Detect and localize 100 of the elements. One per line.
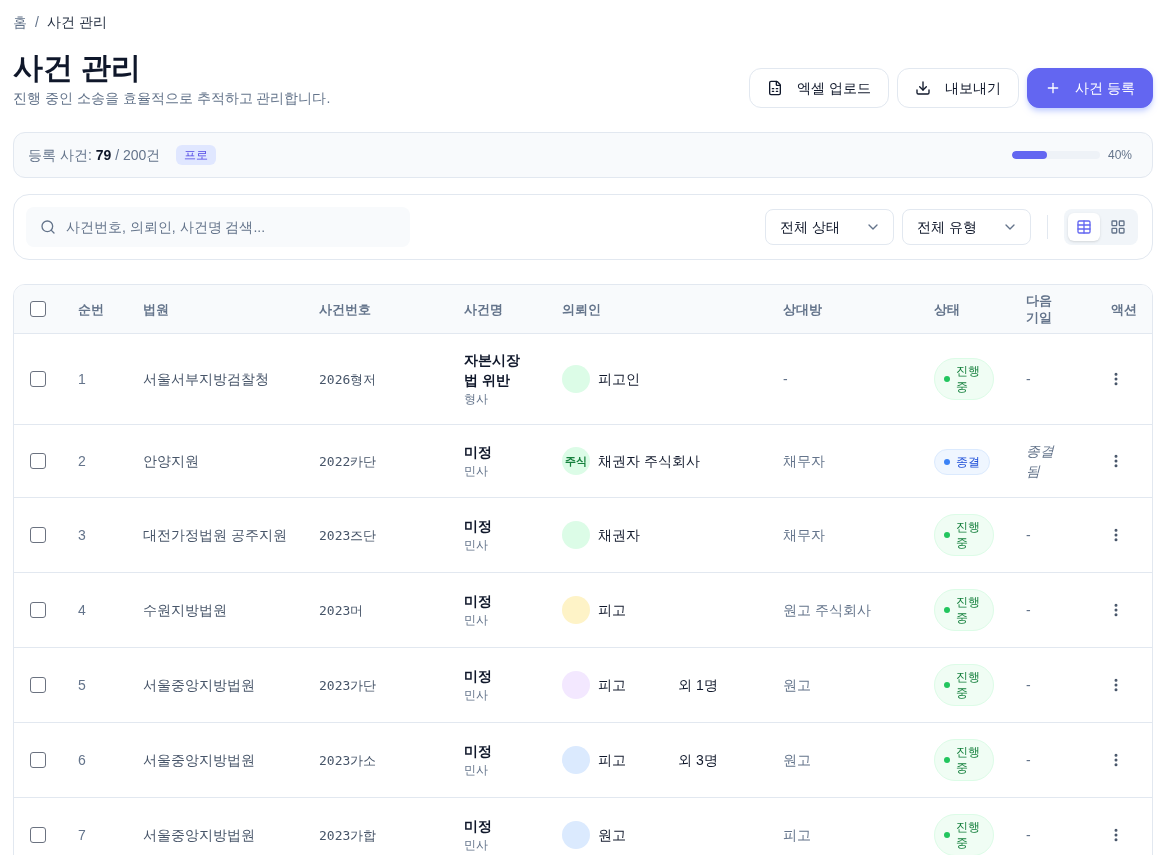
checkbox[interactable]	[30, 752, 46, 768]
opponent-name: 원고	[783, 677, 811, 693]
case-type: 민사	[464, 612, 488, 629]
status-label: 진행 중	[956, 519, 981, 551]
filter-select[interactable]: 전체 상태	[765, 209, 894, 245]
export-button[interactable]: 내보내기	[897, 68, 1020, 108]
column-header: 액션	[1111, 300, 1137, 318]
court-name: 서울중앙지방법원	[143, 827, 255, 843]
page-subtitle: 진행 중인 소송을 효율적으로 추적하고 관리합니다.	[13, 89, 331, 108]
opponent-name: 채무자	[783, 527, 825, 543]
opponent-name: 원고	[783, 752, 811, 768]
next-hearing: -	[1026, 601, 1031, 620]
checkbox[interactable]	[30, 301, 46, 317]
court-name: 대전가정법원 공주지원	[143, 527, 287, 543]
column-header: 상태	[934, 300, 960, 318]
row-number: 4	[78, 602, 86, 618]
case-title: 미정	[464, 517, 492, 536]
client-name: 원고	[598, 826, 626, 845]
register-case-button[interactable]: 사건 등록	[1027, 68, 1153, 108]
column-header: 순번	[78, 300, 104, 318]
usage-percent: 40%	[1107, 147, 1132, 163]
excel-upload-button[interactable]: 엑셀 업로드	[749, 68, 890, 108]
search-field[interactable]: 사건번호, 의뢰인, 사건명 검색...	[26, 207, 410, 247]
case-number: 2023즈단	[319, 528, 377, 543]
status-label: 진행 중	[956, 819, 981, 851]
row-number: 2	[78, 453, 86, 469]
case-number: 2026형저	[319, 372, 377, 387]
column-header: 법원	[143, 300, 169, 318]
checkbox[interactable]	[30, 602, 46, 618]
breadcrumb-link[interactable]: 홈	[13, 12, 27, 32]
case-type: 민사	[464, 463, 488, 480]
spreadsheet-file-icon	[767, 80, 784, 96]
search-icon	[40, 219, 56, 235]
case-title: 자본시장법 위반	[464, 351, 521, 390]
opponent-name: 채무자	[783, 453, 825, 469]
case-title: 미정	[464, 742, 492, 761]
case-title: 미정	[464, 443, 492, 462]
opponent-name: -	[783, 371, 788, 387]
status-label: 진행 중	[956, 594, 981, 626]
opponent-name: 피고	[783, 827, 811, 843]
case-number: 2023가합	[319, 828, 377, 843]
next-hearing: -	[1026, 751, 1031, 770]
table-icon	[1076, 219, 1092, 235]
grid-icon	[1110, 219, 1126, 235]
opponent-name: 원고 주식회사	[783, 602, 871, 618]
client-name: 채권자	[598, 526, 640, 545]
client-extra-count: 외 1명	[678, 676, 718, 695]
usage-text: 등록 사건: 79 / 200건	[28, 146, 161, 165]
case-number: 2023가소	[319, 753, 377, 768]
download-icon	[915, 80, 932, 96]
next-hearing: -	[1026, 370, 1031, 389]
next-hearing: -	[1026, 526, 1031, 545]
checkbox[interactable]	[30, 827, 46, 843]
client-name: 피고인	[598, 370, 640, 389]
case-type: 민사	[464, 762, 488, 779]
case-number: 2023머	[319, 603, 364, 618]
case-title: 미정	[464, 667, 492, 686]
table-view-button[interactable]	[1068, 213, 1100, 241]
checkbox[interactable]	[30, 527, 46, 543]
case-number: 2023가단	[319, 678, 377, 693]
row-number: 3	[78, 527, 86, 543]
case-type: 형사	[464, 391, 488, 408]
column-header: 상대방	[783, 300, 822, 318]
column-header: 다음 기일	[1026, 292, 1053, 326]
checkbox[interactable]	[30, 453, 46, 469]
court-name: 수원지방법원	[143, 602, 227, 618]
case-type: 민사	[464, 837, 488, 854]
next-hearing: -	[1026, 676, 1031, 695]
row-number: 6	[78, 752, 86, 768]
client-name: 피고	[598, 676, 626, 695]
case-title: 미정	[464, 817, 492, 836]
case-type: 민사	[464, 537, 488, 554]
breadcrumb-separator: /	[35, 13, 39, 32]
page-title: 사건 관리	[13, 50, 142, 86]
client-name: 채권자 주식회사	[598, 452, 700, 471]
client-name: 피고	[598, 601, 626, 620]
next-hearing: -	[1026, 826, 1031, 845]
avatar: 주식	[562, 447, 590, 475]
case-number: 2022카단	[319, 454, 377, 469]
case-title: 미정	[464, 592, 492, 611]
checkbox[interactable]	[30, 371, 46, 387]
filter-select[interactable]: 전체 유형	[902, 209, 1031, 245]
court-name: 서울중앙지방법원	[143, 677, 255, 693]
case-type: 민사	[464, 687, 488, 704]
row-number: 7	[78, 827, 86, 843]
column-header: 의뢰인	[562, 300, 601, 318]
status-label: 진행 중	[956, 669, 981, 701]
status-label: 진행 중	[956, 363, 981, 395]
status-label: 진행 중	[956, 744, 981, 776]
court-name: 안양지원	[143, 453, 199, 469]
plan-badge: 프로	[176, 145, 217, 165]
column-header: 사건명	[464, 300, 503, 318]
client-name: 피고	[598, 751, 626, 770]
court-name: 서울중앙지방법원	[143, 752, 255, 768]
column-header: 사건번호	[319, 300, 371, 318]
checkbox[interactable]	[30, 677, 46, 693]
row-number: 5	[78, 677, 86, 693]
status-label: 종결	[956, 453, 980, 470]
client-extra-count: 외 3명	[678, 751, 718, 770]
row-number: 1	[78, 371, 86, 387]
